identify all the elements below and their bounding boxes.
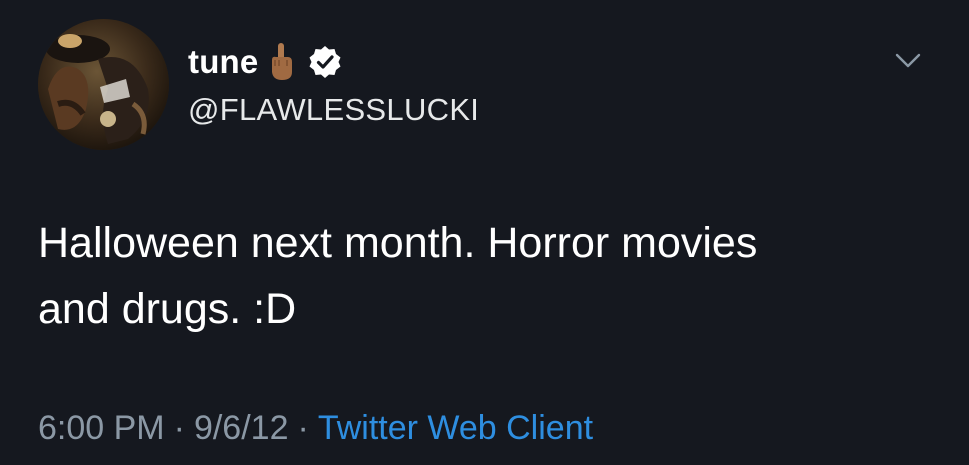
meta-separator: · bbox=[297, 409, 309, 447]
middle-finger-emoji-icon bbox=[268, 42, 294, 82]
user-handle[interactable]: @FLAWLESSLUCKI bbox=[188, 92, 479, 128]
avatar[interactable] bbox=[38, 19, 169, 150]
verified-badge-icon bbox=[308, 45, 342, 79]
tweet-text-line: and drugs. :D bbox=[38, 285, 297, 333]
meta-separator: · bbox=[173, 409, 185, 447]
display-name[interactable]: tune bbox=[188, 43, 258, 81]
tweet-text: Halloween next month. Horror movies and … bbox=[38, 210, 938, 342]
tweet-card: tune @FLAWLESSLUCKI Halloween next month… bbox=[0, 0, 969, 465]
tweet-meta: 6:00 PM · 9/6/12 · Twitter Web Client bbox=[38, 409, 593, 448]
tweet-text-line: Halloween next month. Horror movies bbox=[38, 219, 758, 267]
user-name-row[interactable]: tune bbox=[188, 40, 342, 84]
tweet-time[interactable]: 6:00 PM bbox=[38, 409, 165, 447]
avatar-photo-icon bbox=[38, 19, 169, 150]
tweet-source-link[interactable]: Twitter Web Client bbox=[318, 409, 593, 447]
chevron-down-icon[interactable] bbox=[895, 52, 921, 70]
tweet-date[interactable]: 9/6/12 bbox=[194, 409, 289, 447]
